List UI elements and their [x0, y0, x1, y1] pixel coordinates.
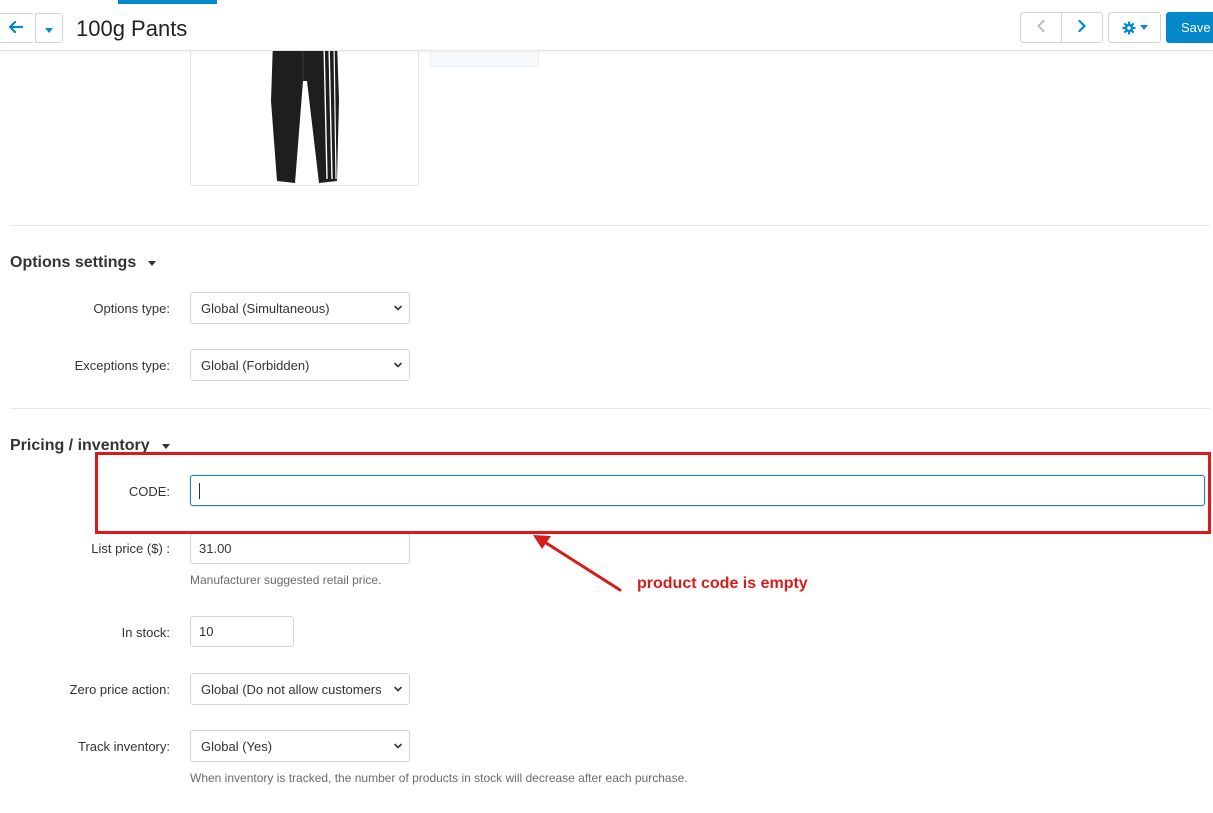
track-inventory-select[interactable]: Global (Yes) — [190, 730, 410, 762]
zero-price-action-select[interactable]: Global (Do not allow customers — [190, 673, 410, 705]
save-button[interactable]: Save — [1166, 12, 1213, 43]
list-price-input[interactable]: 31.00 — [190, 533, 410, 564]
section-divider — [10, 225, 1210, 226]
zero-price-action-value: Global (Do not allow customers — [201, 681, 382, 697]
next-product-button[interactable] — [1061, 12, 1103, 43]
pants-image — [271, 41, 339, 183]
list-price-label: List price ($) : — [91, 541, 170, 556]
options-type-label: Options type: — [93, 301, 170, 316]
chevron-down-icon — [393, 683, 403, 698]
in-stock-label: In stock: — [121, 625, 170, 640]
gear-icon — [1122, 21, 1148, 35]
exceptions-type-select[interactable]: Global (Forbidden) — [190, 349, 410, 381]
settings-dropdown-button[interactable] — [1108, 12, 1161, 43]
back-dropdown-button[interactable] — [35, 13, 63, 43]
in-stock-value: 10 — [199, 624, 214, 639]
annotation-highlight-box — [95, 452, 1211, 534]
chevron-down-icon — [393, 302, 403, 317]
top-toolbar: 100g Pants Save — [0, 0, 1213, 51]
options-settings-title: Options settings — [10, 254, 137, 271]
options-type-select[interactable]: Global (Simultaneous) — [190, 292, 410, 324]
back-button[interactable] — [0, 13, 34, 43]
track-inventory-help: When inventory is tracked, the number of… — [190, 771, 688, 785]
annotation-arrow — [533, 535, 622, 592]
options-type-value: Global (Simultaneous) — [201, 300, 330, 316]
product-image[interactable] — [190, 40, 419, 186]
active-tab-indicator — [118, 0, 217, 4]
arrow-left-icon — [8, 20, 23, 36]
exceptions-type-value: Global (Forbidden) — [201, 357, 310, 373]
caret-down-icon — [161, 443, 170, 449]
list-price-help: Manufacturer suggested retail price. — [190, 573, 382, 587]
previous-product-button[interactable] — [1020, 12, 1062, 43]
chevron-down-icon — [393, 359, 403, 374]
track-inventory-value: Global (Yes) — [201, 738, 273, 754]
chevron-down-icon — [393, 740, 403, 755]
page-title: 100g Pants — [76, 16, 188, 41]
track-inventory-label: Track inventory: — [78, 739, 170, 754]
chevron-left-icon — [1037, 20, 1045, 35]
chevron-right-icon — [1078, 19, 1087, 35]
section-divider — [10, 408, 1210, 409]
caret-down-icon — [45, 21, 53, 36]
in-stock-input[interactable]: 10 — [190, 616, 294, 647]
caret-down-icon — [148, 260, 157, 266]
product-edit-page: 100g Pants Save Options settings Options… — [0, 0, 1213, 813]
exceptions-type-label: Exceptions type: — [74, 358, 170, 373]
list-price-value: 31.00 — [199, 541, 232, 556]
zero-price-action-label: Zero price action: — [69, 682, 170, 697]
options-settings-toggle[interactable]: Options settings — [10, 254, 157, 272]
annotation-text: product code is empty — [637, 575, 808, 592]
